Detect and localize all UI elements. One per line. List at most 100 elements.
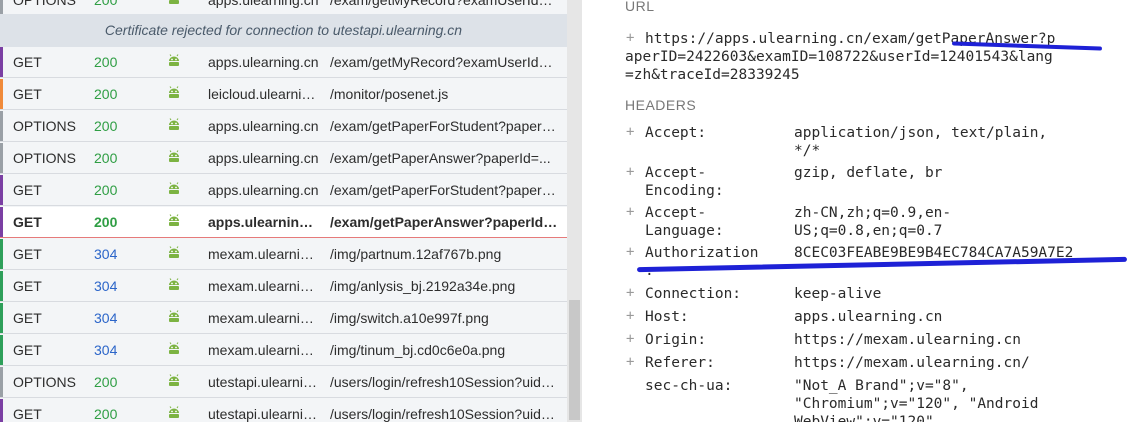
- certificate-warning: Certificate rejected for connection to u…: [0, 14, 567, 47]
- header-value[interactable]: "Not_A Brand";v="8", "Chromium";v="120",…: [794, 377, 1124, 422]
- request-method: OPTIONS: [13, 0, 77, 8]
- expand-header-icon[interactable]: +: [626, 354, 634, 370]
- request-type-bar: [0, 303, 3, 333]
- android-icon: [166, 117, 182, 133]
- headers-section-title: HEADERS: [625, 97, 697, 113]
- request-type-bar: [0, 399, 3, 422]
- request-status: 200: [94, 150, 118, 166]
- request-row[interactable]: OPTIONS 200 utestapi.ulearning.cn/users/lo…: [0, 367, 567, 398]
- header-key: Accept:: [645, 125, 707, 141]
- request-path: /exam/getMyRecord?examUserId=...: [330, 0, 558, 8]
- header-key: Authorization :: [645, 245, 759, 279]
- request-row[interactable]: GET 304 mexam.ulearning.cn/img/switch.a10e…: [0, 303, 567, 334]
- android-icon: [166, 85, 182, 101]
- request-host: apps.ulearning.cn: [208, 0, 319, 8]
- request-method: GET: [13, 278, 42, 294]
- android-icon: [166, 213, 182, 229]
- request-method: GET: [13, 214, 42, 230]
- request-method: OPTIONS: [13, 374, 77, 390]
- request-host: utestapi.ulearning.cn: [208, 406, 320, 422]
- request-host: mexam.ulearning.cn: [208, 246, 320, 262]
- expand-header-icon[interactable]: +: [626, 331, 634, 347]
- request-status: 200: [94, 406, 118, 422]
- header-key: sec-ch-ua:: [645, 378, 733, 394]
- request-type-bar: [0, 143, 3, 173]
- header-value[interactable]: application/json, text/plain, */*: [794, 124, 1124, 160]
- url-line-2: aperID=2422603&examID=108722&userId=1240…: [625, 49, 1053, 65]
- request-list-scrollbar[interactable]: [567, 0, 582, 422]
- android-icon: [166, 309, 182, 325]
- request-host: mexam.ulearning.cn: [208, 278, 320, 294]
- request-path: /img/partnum.12af767b.png: [330, 246, 502, 262]
- request-status: 200: [94, 182, 118, 198]
- request-row[interactable]: GET 304 mexam.ulearning.cn/img/partnum.12a…: [0, 239, 567, 270]
- request-type-bar: [0, 271, 3, 301]
- header-key: Accept- Language:: [645, 205, 724, 239]
- expand-header-icon[interactable]: +: [626, 244, 634, 260]
- scrollbar-thumb[interactable]: [569, 300, 580, 420]
- request-status: 200: [94, 54, 118, 70]
- android-icon: [166, 373, 182, 389]
- android-icon: [166, 277, 182, 293]
- request-type-bar: [0, 79, 3, 109]
- request-path: /img/switch.a10e997f.png: [330, 310, 489, 326]
- request-status: 304: [94, 310, 118, 326]
- header-key: Referer:: [645, 355, 715, 371]
- request-status: 200: [94, 374, 118, 390]
- request-method: GET: [13, 182, 42, 198]
- request-type-bar: [0, 367, 3, 397]
- request-path: /users/login/refresh10Session?uid=...: [330, 406, 558, 422]
- expand-url-icon[interactable]: +: [626, 30, 634, 46]
- request-status: 304: [94, 342, 118, 358]
- request-method: GET: [13, 310, 42, 326]
- request-row[interactable]: GET 304 mexam.ulearning.cn/img/anlysis_bj.…: [0, 271, 567, 302]
- header-key: Accept- Encoding:: [645, 165, 724, 199]
- request-detail-panel: URL + https://apps.ulearning.cn/exam/get…: [582, 0, 1134, 422]
- request-status: 200: [94, 118, 118, 134]
- expand-header-icon[interactable]: +: [626, 308, 634, 324]
- request-method: GET: [13, 246, 42, 262]
- header-value[interactable]: https://mexam.ulearning.cn/: [794, 354, 1124, 372]
- request-method: OPTIONS: [13, 150, 77, 166]
- request-method: GET: [13, 54, 42, 70]
- request-status: 200: [94, 0, 118, 8]
- expand-header-icon[interactable]: +: [626, 164, 634, 180]
- request-path: /img/anlysis_bj.2192a34e.png: [330, 278, 516, 294]
- request-path: /exam/getMyRecord?examUserId=...: [330, 54, 558, 70]
- request-host: leicloud.ulearning.cn: [208, 86, 320, 102]
- expand-header-icon[interactable]: +: [626, 204, 634, 220]
- request-row[interactable]: GET 200 apps.ulearning.cn/exam/getMyRecord…: [0, 47, 567, 78]
- expand-header-icon[interactable]: +: [626, 285, 634, 301]
- request-method: OPTIONS: [13, 118, 77, 134]
- header-value[interactable]: zh-CN,zh;q=0.9,en- US;q=0.8,en;q=0.7: [794, 204, 1124, 240]
- request-row[interactable]: GET 304 mexam.ulearning.cn/img/tinum_bj.cd…: [0, 335, 567, 366]
- request-status: 304: [94, 278, 118, 294]
- header-value[interactable]: gzip, deflate, br: [794, 164, 1124, 182]
- request-path: /exam/getPaperForStudent?paperId=...: [330, 118, 558, 134]
- request-type-bar: [0, 175, 3, 205]
- request-host: utestapi.ulearning.cn: [208, 374, 320, 390]
- header-value[interactable]: keep-alive: [794, 285, 1124, 303]
- request-row[interactable]: OPTIONS 200 apps.ulearning.cn/exam/getPape…: [0, 143, 567, 174]
- request-type-bar: [0, 335, 3, 365]
- request-row[interactable]: GET 200 apps.ulearning.cn/exam/getPaperFor…: [0, 175, 567, 206]
- request-path: /exam/getPaperForStudent?paperId=...: [330, 182, 558, 198]
- android-icon: [166, 53, 182, 69]
- expand-header-icon[interactable]: +: [626, 124, 634, 140]
- header-value[interactable]: https://mexam.ulearning.cn: [794, 331, 1124, 349]
- request-path: /monitor/posenet.js: [330, 86, 449, 102]
- android-icon: [166, 181, 182, 197]
- url-line-3: =zh&traceId=28339245: [625, 67, 800, 83]
- request-row[interactable]: OPTIONS 200 apps.ulearning.cn/exam/getPape…: [0, 111, 567, 142]
- request-row[interactable]: GET 200 utestapi.ulearning.cn/users/login/…: [0, 399, 567, 422]
- url-section-title: URL: [625, 0, 655, 14]
- header-value[interactable]: apps.ulearning.cn: [794, 308, 1124, 326]
- request-row[interactable]: GET 200 leicloud.ulearning.cn/monitor/pose…: [0, 79, 567, 110]
- request-path: /users/login/refresh10Session?uid=...: [330, 374, 558, 390]
- header-key: Connection:: [645, 286, 742, 302]
- request-row[interactable]: GET 200 apps.ulearning.cn/exam/getPaperAns…: [0, 207, 567, 238]
- request-status: 200: [94, 86, 118, 102]
- header-key: Host:: [645, 309, 689, 325]
- request-type-bar: [0, 207, 3, 237]
- request-host: apps.ulearning.cn: [208, 214, 320, 230]
